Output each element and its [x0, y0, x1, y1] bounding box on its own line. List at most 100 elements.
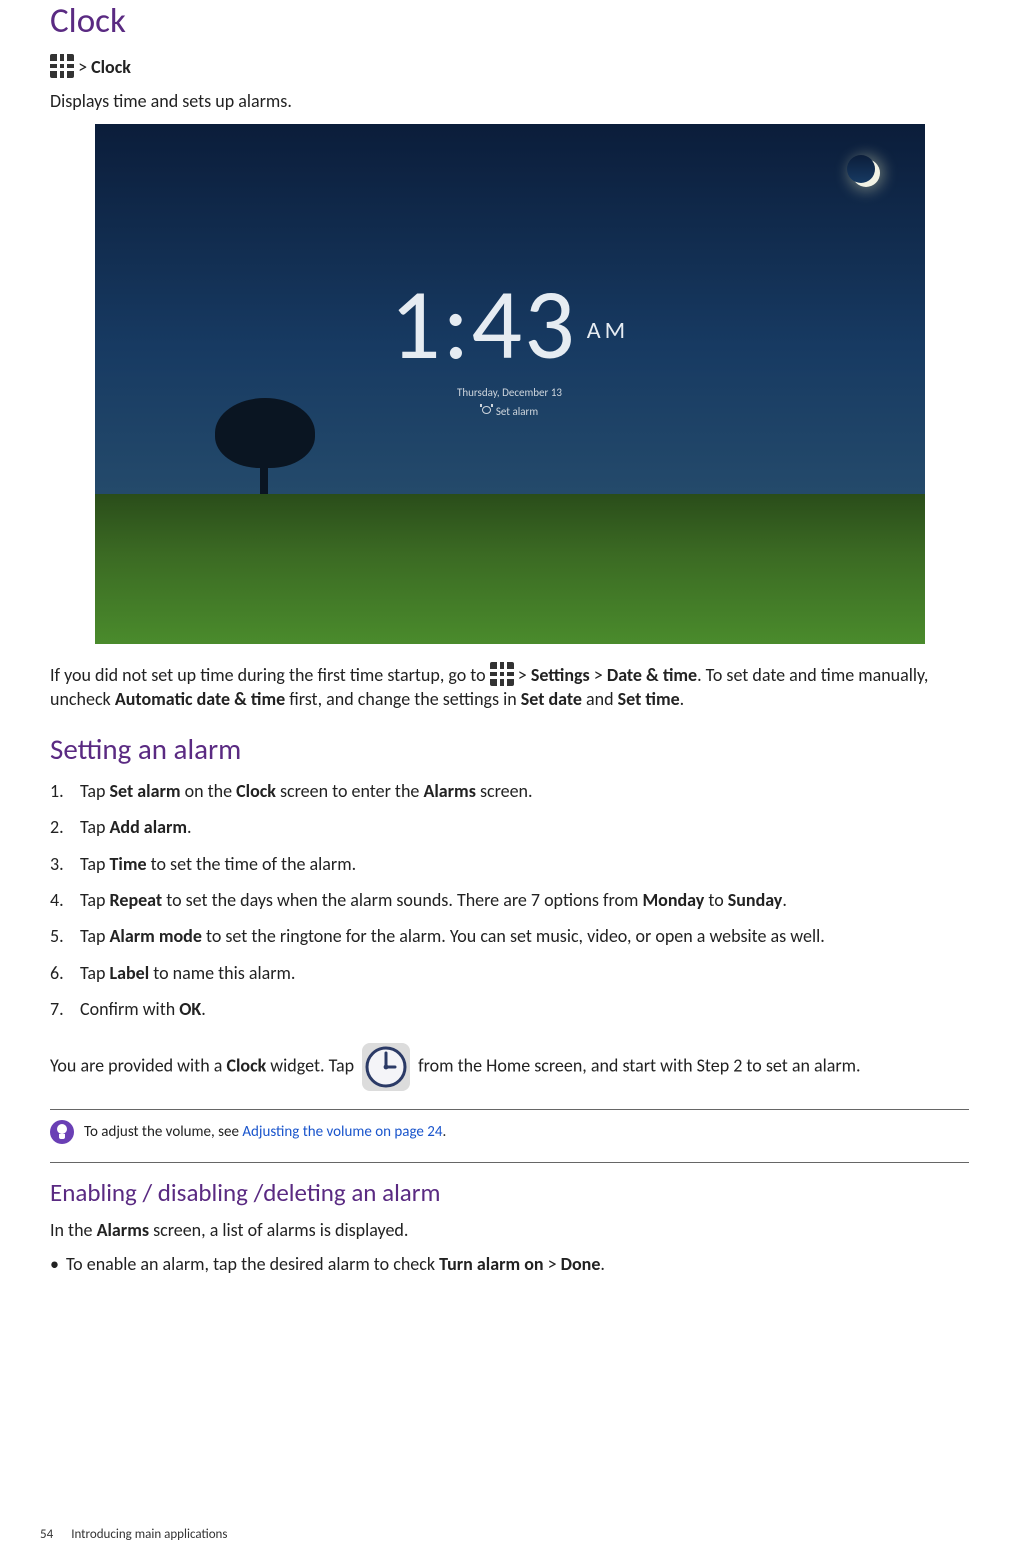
- step-1: 1. Tap Set alarm on the Clock screen to …: [50, 779, 969, 803]
- date-time-label: Date & time: [607, 664, 697, 686]
- tip-note: To adjust the volume, see Adjusting the …: [50, 1120, 969, 1144]
- clock-bold: Clock: [226, 1055, 266, 1077]
- text: Tap: [80, 889, 110, 911]
- add-alarm-bold: Add alarm: [110, 816, 188, 838]
- text: to set the time of the alarm.: [147, 853, 357, 875]
- enable-intro: In the Alarms screen, a list of alarms i…: [50, 1218, 969, 1242]
- lightbulb-icon: [50, 1120, 74, 1144]
- label-bold: Label: [110, 962, 150, 984]
- done-bold: Done: [561, 1253, 601, 1275]
- clock-ampm: AM: [587, 316, 629, 345]
- step-number: 7.: [50, 997, 80, 1021]
- turn-alarm-on-bold: Turn alarm on: [439, 1253, 543, 1275]
- auto-date-time-label: Automatic date & time: [115, 688, 285, 710]
- text: >: [514, 664, 531, 686]
- text: to set the ringtone for the alarm. You c…: [202, 925, 825, 947]
- clock-bold: Clock: [236, 780, 276, 802]
- tree-silhouette: [205, 406, 325, 494]
- text: screen.: [476, 780, 533, 802]
- set-time-label: Set time: [618, 688, 680, 710]
- step-number: 5.: [50, 924, 80, 948]
- step-number: 4.: [50, 888, 80, 912]
- text: to name this alarm.: [149, 962, 295, 984]
- text: .: [442, 1123, 446, 1141]
- ok-bold: OK: [179, 998, 201, 1020]
- text: to: [704, 889, 727, 911]
- sunday-bold: Sunday: [728, 889, 783, 911]
- text: and: [582, 688, 618, 710]
- text: screen, a list of alarms is displayed.: [149, 1219, 408, 1241]
- clock-time-value: 1:43: [390, 274, 577, 374]
- text: Tap: [80, 962, 110, 984]
- text: To enable an alarm, tap the desired alar…: [66, 1253, 439, 1275]
- alarms-bold: Alarms: [97, 1219, 149, 1241]
- alarm-mode-bold: Alarm mode: [110, 925, 202, 947]
- step-number: 1.: [50, 779, 80, 803]
- text: first, and change the settings in: [285, 688, 521, 710]
- apps-grid-icon: [50, 54, 74, 78]
- breadcrumb: > Clock: [50, 54, 969, 79]
- text: from the Home screen, and start with Ste…: [414, 1055, 860, 1077]
- alarms-bold: Alarms: [423, 780, 475, 802]
- text: You are provided with a: [50, 1055, 226, 1077]
- set-date-label: Set date: [521, 688, 582, 710]
- step-6: 6. Tap Label to name this alarm.: [50, 961, 969, 985]
- step-2: 2. Tap Add alarm.: [50, 815, 969, 839]
- text: Tap: [80, 780, 110, 802]
- text: >: [590, 664, 607, 686]
- clock-time-display: 1:43 AM: [95, 274, 925, 374]
- setup-time-paragraph: If you did not set up time during the fi…: [50, 662, 969, 712]
- text: .: [201, 998, 206, 1020]
- separator: [50, 1109, 969, 1110]
- step-number: 6.: [50, 961, 80, 985]
- page-footer: 54 Introducing main applications: [40, 1527, 227, 1542]
- moon-icon: [852, 159, 880, 187]
- text: Tap: [80, 816, 110, 838]
- text: .: [782, 889, 787, 911]
- text: Confirm with: [80, 998, 179, 1020]
- text: In the: [50, 1219, 97, 1241]
- set-alarm-label: Set alarm: [496, 405, 538, 418]
- separator: [50, 1162, 969, 1163]
- intro-text: Displays time and sets up alarms.: [50, 89, 969, 113]
- text: .: [187, 816, 192, 838]
- setting-alarm-heading: Setting an alarm: [50, 731, 969, 767]
- step-number: 3.: [50, 852, 80, 876]
- text: .: [600, 1253, 605, 1275]
- settings-label: Settings: [531, 664, 590, 686]
- alarm-clock-icon: [481, 405, 492, 415]
- apps-grid-icon: [490, 662, 514, 686]
- set-alarm-bold: Set alarm: [110, 780, 181, 802]
- clock-widget-icon: [362, 1043, 410, 1091]
- text: to set the days when the alarm sounds. T…: [162, 889, 642, 911]
- repeat-bold: Repeat: [110, 889, 163, 911]
- clock-widget-paragraph: You are provided with a Clock widget. Ta…: [50, 1043, 969, 1091]
- bullet-enable-alarm: • To enable an alarm, tap the desired al…: [50, 1253, 969, 1275]
- monday-bold: Monday: [642, 889, 704, 911]
- text: widget. Tap: [266, 1055, 358, 1077]
- footer-section: Introducing main applications: [71, 1527, 227, 1542]
- step-4: 4. Tap Repeat to set the days when the a…: [50, 888, 969, 912]
- breadcrumb-app: Clock: [91, 56, 131, 78]
- clock-app-screenshot: 1:43 AM Thursday, December 13 Set alarm: [95, 124, 925, 644]
- volume-link[interactable]: Adjusting the volume on page 24: [242, 1123, 442, 1141]
- text: Tap: [80, 853, 110, 875]
- bullet-dot: •: [50, 1253, 66, 1275]
- page-number: 54: [40, 1527, 53, 1542]
- page-title: Clock: [50, 0, 969, 42]
- step-7: 7. Confirm with OK.: [50, 997, 969, 1021]
- text: To adjust the volume, see: [84, 1123, 242, 1141]
- step-number: 2.: [50, 815, 80, 839]
- enable-disable-heading: Enabling / disabling /deleting an alarm: [50, 1177, 969, 1208]
- step-3: 3. Tap Time to set the time of the alarm…: [50, 852, 969, 876]
- text: .: [680, 688, 685, 710]
- text: screen to enter the: [276, 780, 424, 802]
- text: If you did not set up time during the fi…: [50, 664, 490, 686]
- step-5: 5. Tap Alarm mode to set the ringtone fo…: [50, 924, 969, 948]
- text: Tap: [80, 925, 110, 947]
- breadcrumb-sep: >: [74, 56, 91, 78]
- time-bold: Time: [110, 853, 147, 875]
- text: on the: [181, 780, 237, 802]
- clock-date: Thursday, December 13: [95, 386, 925, 399]
- text: >: [544, 1253, 561, 1275]
